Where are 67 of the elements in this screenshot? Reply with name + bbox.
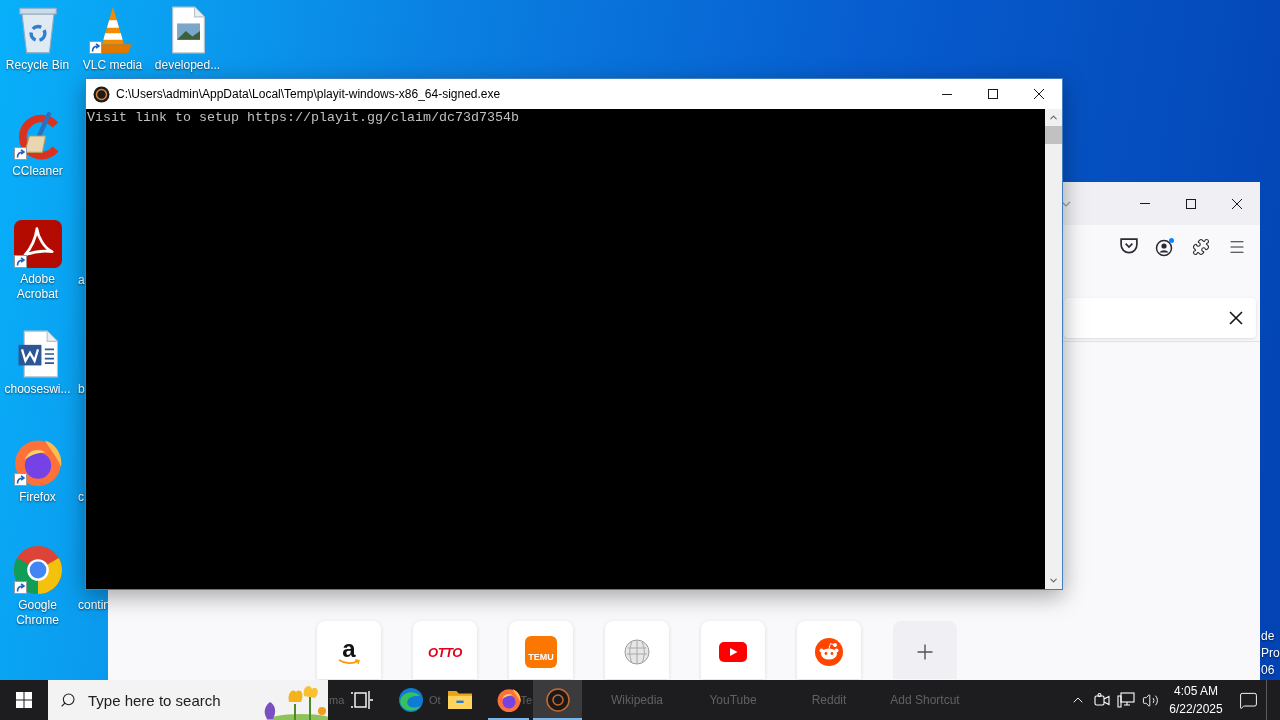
- shortcut-label: Add Shortcut: [889, 692, 961, 708]
- chevron-down-icon[interactable]: [1048, 575, 1059, 586]
- shortcut-tile[interactable]: [701, 621, 765, 679]
- shortcut-tile[interactable]: [605, 621, 669, 679]
- browser-swirl-icon: [398, 688, 423, 712]
- shortcut-tile[interactable]: [797, 621, 861, 679]
- desktop-item[interactable]: developed...: [150, 4, 225, 73]
- speech-bubble-icon: [1238, 690, 1258, 710]
- shortcut-label: YouTube: [708, 692, 758, 708]
- fox-browser-icon: [13, 438, 62, 486]
- desktop-watermark-text: de: [1261, 629, 1275, 644]
- shortcut-label: Reddit: [810, 692, 848, 708]
- desktop-icon-label[interactable]: b: [78, 382, 85, 397]
- folder-icon: [447, 688, 472, 712]
- scrollbar[interactable]: [1045, 109, 1062, 589]
- app-logo-icon: [93, 85, 110, 103]
- pocket-icon: [1120, 238, 1138, 255]
- speaker-icon: [1141, 691, 1159, 709]
- desktop-item[interactable]: VLC media: [75, 4, 150, 73]
- app-logo-icon: [545, 688, 570, 712]
- desktop-item[interactable]: Adobe Acrobat: [0, 218, 75, 302]
- clock[interactable]: 4:05 AM 6/22/2025: [1162, 680, 1230, 720]
- task-view-icon: [349, 690, 374, 710]
- close-icon: [1232, 198, 1242, 209]
- shortcut-label: Te: [520, 693, 533, 708]
- close-icon: [1034, 89, 1044, 99]
- windows-logo-icon: [16, 692, 32, 708]
- window-title: C:\Users\admin\AppData\Local\Temp\playit-windows-x86_64-signed.exe: [116, 87, 502, 101]
- shortcut-label: ma: [329, 693, 345, 708]
- network-monitor-icon: [1117, 692, 1135, 708]
- alien-face-icon: [815, 638, 843, 666]
- scroll-thumb[interactable]: [1045, 126, 1062, 144]
- desktop-icon-label[interactable]: a: [78, 273, 85, 288]
- desktop-item[interactable]: Google Chrome: [0, 544, 75, 628]
- desktop-item[interactable]: chooseswi...: [0, 328, 75, 397]
- round-browser-icon: [13, 546, 62, 594]
- minimize-icon: [942, 93, 952, 95]
- desktop-watermark-text: 06: [1261, 663, 1275, 678]
- desktop-item[interactable]: Recycle Bin: [0, 4, 75, 73]
- desktop-item[interactable]: Firefox: [0, 436, 75, 505]
- account-icon: [1155, 236, 1175, 257]
- minimize-icon: [1140, 203, 1150, 204]
- desktop-icon-label[interactable]: c: [78, 490, 84, 505]
- shortcut-tile[interactable]: [893, 621, 957, 679]
- pdf-app-icon: [13, 220, 62, 268]
- smile-arrow-icon: [338, 659, 360, 665]
- shortcut-tile[interactable]: a: [317, 621, 381, 679]
- camera-icon: [1094, 692, 1110, 708]
- shortcut-tile[interactable]: TEMU: [509, 621, 573, 679]
- fox-browser-icon: [496, 688, 521, 712]
- maximize-icon: [988, 89, 998, 99]
- logo-badge: TEMU: [525, 636, 557, 668]
- taskbar-app-button[interactable]: [533, 680, 582, 720]
- globe-icon: [624, 639, 650, 665]
- close-icon: [1229, 311, 1243, 325]
- desktop-watermark-text: Pro: [1261, 646, 1280, 661]
- puzzle-icon: [1192, 237, 1210, 256]
- search-field[interactable]: Type here to search: [88, 689, 253, 711]
- shortcut-tile[interactable]: OTTO: [413, 621, 477, 679]
- search-icon: [60, 692, 76, 708]
- maximize-icon: [1186, 198, 1196, 209]
- video-play-icon: [719, 642, 747, 662]
- console-text: Visit link to setup https://playit.gg/claim/dc73d7354b: [87, 110, 520, 126]
- desktop-item[interactable]: CCleaner: [0, 110, 75, 179]
- shortcut-label: Wikipedia: [610, 692, 664, 708]
- shortcut-label: Ot: [429, 693, 441, 708]
- search-box[interactable]: Type here to search: [48, 680, 328, 720]
